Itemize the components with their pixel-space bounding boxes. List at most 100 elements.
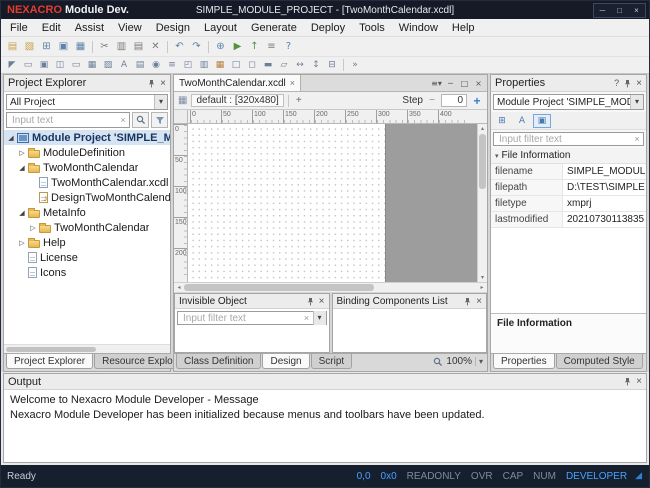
tree-item[interactable]: ▷ Help [4, 235, 170, 250]
project-filter-input[interactable] [10, 114, 117, 127]
cut-icon[interactable]: ✂ [96, 39, 113, 54]
label-component-icon[interactable]: A [116, 59, 132, 72]
tree-item[interactable]: ◢ TwoMonthCalendar [4, 160, 170, 175]
radio-component-icon[interactable]: ◉ [148, 59, 164, 72]
scroll-down-icon[interactable]: ▾ [478, 273, 487, 282]
designer-tab[interactable]: Script [311, 354, 353, 369]
new-project-icon[interactable]: ▤ [4, 39, 21, 54]
checkbox-component-icon[interactable]: ▣ [36, 59, 52, 72]
help-icon[interactable]: ? [280, 39, 297, 54]
groupbox-component-icon[interactable]: ◻ [244, 59, 260, 72]
redo-icon[interactable]: ↷ [188, 39, 205, 54]
step-value[interactable]: 0 [441, 94, 467, 107]
designer-tab[interactable]: Class Definition [176, 354, 261, 369]
designer-tab[interactable]: Design [262, 354, 309, 369]
menu-item[interactable]: Tools [352, 20, 392, 36]
settings-icon[interactable]: ≡ [263, 39, 280, 54]
close-icon[interactable]: × [636, 78, 642, 89]
menu-item[interactable]: Help [445, 20, 482, 36]
project-scope-dropdown[interactable]: All Project ▾ [6, 94, 168, 110]
tree-item[interactable]: TwoMonthCalendar.xcdl [4, 175, 170, 190]
tree-item[interactable]: ◢ Module Project 'SIMPLE_MODULE_PROJECT' [4, 130, 170, 145]
close-button[interactable]: × [628, 4, 645, 17]
property-filter-input[interactable] [497, 133, 631, 146]
close-icon[interactable]: × [290, 78, 295, 88]
add-item-icon[interactable]: ⊞ [38, 39, 55, 54]
menu-item[interactable]: Layout [197, 20, 244, 36]
sort-alpha-icon[interactable]: A [513, 114, 531, 128]
minimize-document-icon[interactable]: ─ [444, 79, 457, 88]
search-icon[interactable] [132, 112, 149, 128]
edit-component-icon[interactable]: ▭ [68, 59, 84, 72]
properties-tab[interactable]: Properties [493, 354, 555, 369]
zoom-level[interactable]: 100% [446, 356, 472, 367]
scroll-left-icon[interactable]: ◂ [174, 283, 184, 292]
category-view-icon[interactable]: ⊞ [493, 114, 511, 128]
step-increase-button[interactable]: + [471, 94, 483, 108]
pin-icon[interactable] [147, 79, 156, 88]
slider-component-icon[interactable]: ↔ [292, 59, 308, 72]
calendar-component-icon[interactable]: ▦ [212, 59, 228, 72]
edit-window-icon[interactable]: ▣ [533, 114, 551, 128]
tree-expander-icon[interactable]: ▷ [17, 239, 27, 247]
open-project-icon[interactable]: ▧ [21, 39, 38, 54]
vertical-scrollbar[interactable]: ▴ ▾ [477, 124, 487, 282]
form-surface[interactable] [188, 124, 386, 282]
close-document-icon[interactable]: × [472, 79, 485, 88]
document-list-icon[interactable]: ≡▾ [430, 79, 443, 88]
menu-item[interactable]: Generate [244, 20, 304, 36]
more-components-icon[interactable]: » [347, 59, 363, 72]
image-component-icon[interactable]: ▨ [100, 59, 116, 72]
menu-item[interactable]: Window [392, 20, 445, 36]
document-tab[interactable]: TwoMonthCalendar.xcdl × [174, 75, 301, 91]
tree-item[interactable]: ◢ MetaInfo [4, 205, 170, 220]
menu-item[interactable]: Deploy [304, 20, 352, 36]
tree-expander-icon[interactable]: ◢ [17, 209, 27, 217]
scroll-up-icon[interactable]: ▴ [478, 124, 487, 133]
tree-expander-icon[interactable]: ◢ [17, 164, 27, 172]
form-size-selector[interactable]: default : [320x480] [191, 94, 283, 107]
add-form-size-button[interactable]: + [293, 95, 305, 106]
horizontal-scrollbar[interactable] [4, 344, 170, 353]
pin-icon[interactable] [623, 377, 632, 386]
resize-grip-icon[interactable]: ◢ [635, 471, 642, 481]
filter-icon[interactable] [151, 112, 168, 128]
select-tool-icon[interactable]: ◤ [4, 59, 20, 72]
clear-icon[interactable]: × [631, 134, 643, 144]
design-canvas[interactable] [188, 124, 477, 282]
pin-icon[interactable] [623, 79, 632, 88]
minimize-button[interactable]: ─ [594, 4, 611, 17]
chevron-down-icon[interactable]: ▾ [630, 95, 643, 109]
clear-icon[interactable]: × [117, 115, 129, 125]
static-component-icon[interactable]: ≡ [164, 59, 180, 72]
tree-item[interactable]: ▷ ModuleDefinition [4, 145, 170, 160]
horizontal-scrollbar[interactable]: ◂ ▸ [174, 282, 487, 292]
close-icon[interactable]: × [319, 296, 325, 307]
property-value[interactable]: xmprj [563, 196, 646, 211]
property-value[interactable]: D:\TEST\SIMPLE [563, 180, 646, 195]
chevron-down-icon[interactable]: ▾ [313, 311, 326, 325]
save-icon[interactable]: ▣ [55, 39, 72, 54]
search-icon[interactable]: ⊕ [212, 39, 229, 54]
deploy-icon[interactable]: ↑ [246, 39, 263, 54]
menu-item[interactable]: Edit [35, 20, 68, 36]
menubar-component-icon[interactable]: ▬ [260, 59, 276, 72]
tab-component-icon[interactable]: ◰ [180, 59, 196, 72]
clear-icon[interactable]: × [301, 313, 313, 323]
close-icon[interactable]: × [476, 296, 482, 307]
combo-component-icon[interactable]: ◫ [52, 59, 68, 72]
scrollbar-thumb[interactable] [6, 347, 96, 352]
progressbar-component-icon[interactable]: ▱ [276, 59, 292, 72]
spin-component-icon[interactable]: ↕ [308, 59, 324, 72]
paste-icon[interactable]: ▤ [130, 39, 147, 54]
tree-item[interactable]: DesignTwoMonthCalendar.js [4, 190, 170, 205]
property-value[interactable]: SIMPLE_MODUL [563, 164, 646, 179]
menu-item[interactable]: View [111, 20, 149, 36]
property-section-header[interactable]: ▾ File Information [491, 148, 646, 164]
save-all-icon[interactable]: ▦ [72, 39, 89, 54]
scrollbar-thumb[interactable] [479, 134, 486, 189]
tree-expander-icon[interactable]: ▷ [28, 224, 38, 232]
restore-document-icon[interactable]: □ [458, 79, 471, 88]
undo-icon[interactable]: ↶ [171, 39, 188, 54]
tree-item[interactable]: License [4, 250, 170, 265]
